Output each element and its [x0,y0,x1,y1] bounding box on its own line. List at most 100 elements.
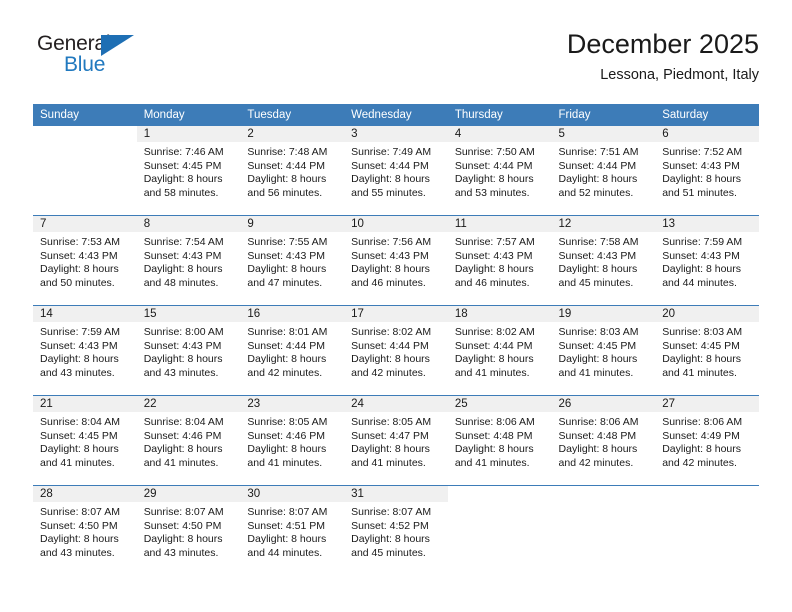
calendar-week-row: 1 Sunrise: 7:46 AM Sunset: 4:45 PM Daylight… [33,126,759,216]
calendar-day-cell[interactable]: 6 Sunrise: 7:52 AM Sunset: 4:43 PM Daylight… [655,126,759,216]
day-cell-inner: 11 Sunrise: 7:57 AM Sunset: 4:43 PM Dayligh… [447,216,552,305]
day-cell-inner: 10 Sunrise: 7:56 AM Sunset: 4:43 PM Dayligh… [344,216,448,305]
daylight-text-line2: and 41 minutes. [662,366,737,379]
calendar-day-cell[interactable]: 1 Sunrise: 7:46 AM Sunset: 4:45 PM Daylight… [136,126,241,216]
daylight-text-line1: Daylight: 8 hours [143,533,223,546]
day-number: 23 [240,396,345,412]
calendar-day-cell[interactable]: 16 Sunrise: 8:01 AM Sunset: 4:44 PM Dayligh… [240,305,345,396]
calendar-day-cell[interactable]: 4 Sunrise: 7:50 AM Sunset: 4:44 PM Daylight… [447,126,552,216]
day-details: Sunrise: 8:00 AM Sunset: 4:43 PM Daylight:… [137,322,241,380]
sunset-text: Sunset: 4:45 PM [143,159,222,172]
sunset-text: Sunset: 4:46 PM [247,429,326,442]
calendar-day-cell[interactable]: 25 Sunrise: 8:06 AM Sunset: 4:48 PM Dayligh… [447,395,552,486]
calendar-day-cell[interactable]: 27 Sunrise: 8:06 AM Sunset: 4:49 PM Dayligh… [655,395,759,486]
calendar-day-cell[interactable]: 18 Sunrise: 8:02 AM Sunset: 4:44 PM Dayligh… [447,305,552,396]
day-number: 17 [344,306,448,322]
daylight-text-line2: and 45 minutes. [558,276,634,289]
sunrise-text: Sunrise: 7:51 AM [558,146,639,158]
calendar-day-cell[interactable]: 14 Sunrise: 7:59 AM Sunset: 4:43 PM Dayligh… [33,305,137,396]
calendar-day-cell[interactable]: 2 Sunrise: 7:48 AM Sunset: 4:44 PM Daylight… [240,126,345,216]
daylight-text-line2: and 47 minutes. [247,276,323,289]
day-details: Sunrise: 8:02 AM Sunset: 4:44 PM Daylight:… [448,322,552,380]
calendar-day-cell[interactable]: 19 Sunrise: 8:03 AM Sunset: 4:45 PM Dayligh… [551,305,656,396]
daylight-text-line1: Daylight: 8 hours [351,173,430,186]
calendar-empty-cell [655,485,759,575]
calendar-day-cell[interactable]: 24 Sunrise: 8:05 AM Sunset: 4:47 PM Dayligh… [344,395,448,486]
day-cell-inner: 20 Sunrise: 8:03 AM Sunset: 4:45 PM Dayligh… [655,306,759,395]
daylight-text-line2: and 43 minutes. [40,366,115,379]
day-details: Sunrise: 7:58 AM Sunset: 4:43 PM Daylight:… [552,232,656,290]
sunset-text: Sunset: 4:43 PM [351,249,429,262]
day-cell-inner: 5 Sunrise: 7:51 AM Sunset: 4:44 PM Daylight… [551,126,656,215]
calendar-day-cell[interactable]: 10 Sunrise: 7:56 AM Sunset: 4:43 PM Dayligh… [344,215,448,306]
day-cell-inner: 29 Sunrise: 8:07 AM Sunset: 4:50 PM Dayligh… [136,486,241,575]
sunrise-text: Sunrise: 7:55 AM [247,236,328,248]
daylight-text-line1: Daylight: 8 hours [662,443,742,456]
day-number: 2 [240,126,345,142]
sunrise-text: Sunrise: 8:04 AM [40,416,120,428]
sunrise-text: Sunrise: 7:48 AM [247,146,328,158]
daylight-text-line2: and 51 minutes. [662,186,737,199]
calendar-day-cell[interactable]: 5 Sunrise: 7:51 AM Sunset: 4:44 PM Daylight… [551,126,656,216]
day-cell-inner: 3 Sunrise: 7:49 AM Sunset: 4:44 PM Daylight… [344,126,448,215]
daylight-text-line2: and 42 minutes. [351,366,426,379]
calendar-day-cell[interactable]: 7 Sunrise: 7:53 AM Sunset: 4:43 PM Daylight… [33,215,137,306]
calendar-day-cell[interactable]: 8 Sunrise: 7:54 AM Sunset: 4:43 PM Daylight… [136,215,241,306]
calendar-day-cell[interactable]: 20 Sunrise: 8:03 AM Sunset: 4:45 PM Dayligh… [655,305,759,396]
sunrise-text: Sunrise: 8:04 AM [143,416,224,428]
weekday-header-wednesday: Wednesday [344,104,448,126]
day-number: 6 [655,126,759,142]
sunset-text: Sunset: 4:48 PM [454,429,533,442]
calendar-header-row: Sunday Monday Tuesday Wednesday Thursday… [33,104,759,126]
calendar-day-cell[interactable]: 15 Sunrise: 8:00 AM Sunset: 4:43 PM Dayligh… [136,305,241,396]
logo-text-blue: Blue [64,53,106,76]
logo-triangle-icon [101,35,134,56]
calendar-day-cell[interactable]: 31 Sunrise: 8:07 AM Sunset: 4:52 PM Dayligh… [344,485,448,575]
calendar-day-cell[interactable]: 26 Sunrise: 8:06 AM Sunset: 4:48 PM Dayligh… [551,395,656,486]
day-cell-inner: 21 Sunrise: 8:04 AM Sunset: 4:45 PM Dayligh… [33,396,137,485]
sunrise-text: Sunrise: 7:58 AM [558,236,639,248]
day-cell-inner: 13 Sunrise: 7:59 AM Sunset: 4:43 PM Dayligh… [655,216,759,305]
sunset-text: Sunset: 4:43 PM [662,159,740,172]
calendar-day-cell[interactable]: 13 Sunrise: 7:59 AM Sunset: 4:43 PM Dayligh… [655,215,759,306]
sunset-text: Sunset: 4:47 PM [351,429,429,442]
day-cell-inner: 28 Sunrise: 8:07 AM Sunset: 4:50 PM Dayligh… [33,486,137,575]
day-cell-inner [655,486,759,575]
sunset-text: Sunset: 4:45 PM [558,339,637,352]
logo-general-blue[interactable]: General Blue [37,32,187,88]
daylight-text-line2: and 46 minutes. [351,276,426,289]
sunset-text: Sunset: 4:43 PM [143,339,222,352]
day-number: 11 [447,216,552,232]
day-number: 15 [136,306,241,322]
daylight-text-line1: Daylight: 8 hours [454,263,534,276]
calendar-day-cell[interactable]: 29 Sunrise: 8:07 AM Sunset: 4:50 PM Dayligh… [136,485,241,575]
sunrise-text: Sunrise: 7:56 AM [351,236,432,248]
calendar-day-cell[interactable]: 9 Sunrise: 7:55 AM Sunset: 4:43 PM Daylight… [240,215,345,306]
daylight-text-line1: Daylight: 8 hours [454,443,534,456]
daylight-text-line1: Daylight: 8 hours [40,533,119,546]
calendar-day-cell[interactable]: 21 Sunrise: 8:04 AM Sunset: 4:45 PM Dayligh… [33,395,137,486]
daylight-text-line1: Daylight: 8 hours [143,263,223,276]
calendar-day-cell[interactable]: 28 Sunrise: 8:07 AM Sunset: 4:50 PM Dayligh… [33,485,137,575]
day-details: Sunrise: 8:03 AM Sunset: 4:45 PM Daylight:… [552,322,656,380]
sunset-text: Sunset: 4:51 PM [247,519,326,532]
daylight-text-line2: and 58 minutes. [143,186,219,199]
calendar-day-cell[interactable]: 22 Sunrise: 8:04 AM Sunset: 4:46 PM Dayligh… [136,395,241,486]
calendar-day-cell[interactable]: 11 Sunrise: 7:57 AM Sunset: 4:43 PM Dayligh… [447,215,552,306]
calendar-day-cell[interactable]: 17 Sunrise: 8:02 AM Sunset: 4:44 PM Dayligh… [344,305,448,396]
daylight-text-line2: and 56 minutes. [247,186,323,199]
weekday-header-sunday: Sunday [33,104,137,126]
day-details: Sunrise: 8:06 AM Sunset: 4:48 PM Daylight:… [448,412,552,470]
calendar-day-cell[interactable]: 23 Sunrise: 8:05 AM Sunset: 4:46 PM Dayligh… [240,395,345,486]
day-details: Sunrise: 7:50 AM Sunset: 4:44 PM Daylight:… [448,142,552,200]
calendar-day-cell[interactable]: 3 Sunrise: 7:49 AM Sunset: 4:44 PM Daylight… [344,126,448,216]
daylight-text-line2: and 41 minutes. [40,456,115,469]
day-cell-inner: 6 Sunrise: 7:52 AM Sunset: 4:43 PM Daylight… [655,126,759,215]
day-cell-inner: 9 Sunrise: 7:55 AM Sunset: 4:43 PM Daylight… [240,216,345,305]
calendar-day-cell[interactable]: 30 Sunrise: 8:07 AM Sunset: 4:51 PM Dayligh… [240,485,345,575]
calendar-empty-cell [447,485,552,575]
sunset-text: Sunset: 4:44 PM [454,339,533,352]
day-details: Sunrise: 8:05 AM Sunset: 4:47 PM Daylight:… [344,412,448,470]
calendar-day-cell[interactable]: 12 Sunrise: 7:58 AM Sunset: 4:43 PM Dayligh… [551,215,656,306]
calendar-empty-cell [33,126,137,216]
